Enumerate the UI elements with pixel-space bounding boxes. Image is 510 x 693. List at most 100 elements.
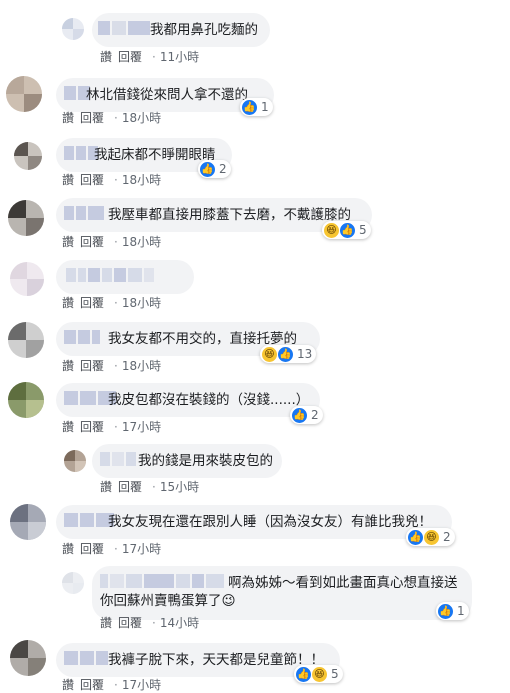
timestamp[interactable]: 18小時 [122, 173, 161, 187]
timestamp[interactable]: 15小時 [160, 480, 199, 494]
reaction-summary[interactable]: 😆 👍 13 [260, 345, 317, 363]
reply-link[interactable]: 回覆 [118, 50, 142, 64]
comment-text: 林北借錢從來問人拿不還的 [86, 87, 248, 103]
timestamp[interactable]: 18小時 [122, 235, 161, 249]
comment-actions: 讚回覆 · 18小時 [62, 173, 162, 187]
reaction-count: 2 [219, 162, 227, 176]
reaction-summary[interactable]: 👍 😆 5 [294, 665, 343, 683]
reply-link[interactable]: 回覆 [118, 616, 142, 630]
timestamp[interactable]: 18小時 [122, 296, 161, 310]
like-link[interactable]: 讚 [100, 50, 112, 64]
like-link[interactable]: 讚 [62, 542, 74, 556]
comment-text: 我女友現在還在跟別人睡（因為沒女友）有誰比我兇！ [108, 514, 432, 530]
commenter-name[interactable] [98, 21, 152, 37]
like-link[interactable]: 讚 [62, 173, 74, 187]
reply-link[interactable]: 回覆 [80, 111, 104, 125]
timestamp[interactable]: 17小時 [122, 420, 161, 434]
commenter-name[interactable] [64, 206, 106, 222]
reaction-summary[interactable]: 👍 😆 2 [406, 528, 455, 546]
reply-link[interactable]: 回覆 [80, 173, 104, 187]
reply-link[interactable]: 回覆 [80, 235, 104, 249]
like-icon: 👍 [242, 99, 257, 115]
like-icon: 👍 [200, 161, 215, 177]
reaction-count: 2 [443, 530, 451, 544]
reaction-count: 1 [457, 604, 465, 618]
comment-bubble: 我的錢是用來裝皮包的 [92, 444, 282, 478]
commenter-name[interactable] [64, 330, 102, 346]
comment-text: 我褲子脫下來，天天都是兒童節！！ [108, 652, 324, 668]
reaction-summary[interactable]: 😆 👍 5 [322, 221, 371, 239]
reaction-summary[interactable]: 👍 2 [290, 406, 323, 424]
comment-actions: 讚回覆 · 17小時 [62, 678, 162, 692]
reply-link[interactable]: 回覆 [80, 542, 104, 556]
reaction-count: 1 [261, 100, 269, 114]
reply-link[interactable]: 回覆 [118, 480, 142, 494]
comment-bubble: 啊為姊姊～看到如此畫面真心想直接送你回蘇州賣鴨蛋算了😉 [92, 566, 472, 620]
like-link[interactable]: 讚 [62, 420, 74, 434]
reply-link[interactable]: 回覆 [80, 420, 104, 434]
comment-actions: 讚回覆 · 11小時 [100, 50, 200, 64]
haha-icon: 😆 [262, 346, 277, 362]
like-link[interactable]: 讚 [62, 235, 74, 249]
reaction-summary[interactable]: 👍 1 [436, 602, 469, 620]
avatar[interactable] [14, 142, 42, 170]
comment-actions: 讚回覆 · 17小時 [62, 542, 162, 556]
commenter-name[interactable] [66, 268, 156, 284]
comment-actions: 讚回覆 · 14小時 [100, 616, 200, 630]
timestamp[interactable]: 18小時 [122, 359, 161, 373]
comment-actions: 讚回覆 · 18小時 [62, 111, 162, 125]
haha-icon: 😆 [324, 222, 339, 238]
haha-icon: 😆 [312, 666, 327, 682]
avatar[interactable] [6, 76, 42, 112]
reaction-count: 13 [297, 347, 313, 361]
like-icon: 👍 [296, 666, 311, 682]
like-link[interactable]: 讚 [62, 359, 74, 373]
avatar[interactable] [8, 200, 44, 236]
avatar[interactable] [64, 450, 86, 472]
like-icon: 👍 [292, 407, 307, 423]
reply-link[interactable]: 回覆 [80, 296, 104, 310]
like-link[interactable]: 讚 [62, 296, 74, 310]
haha-icon: 😆 [424, 529, 439, 545]
timestamp[interactable]: 14小時 [160, 616, 199, 630]
timestamp[interactable]: 11小時 [160, 50, 199, 64]
avatar[interactable] [8, 382, 44, 418]
reaction-summary[interactable]: 👍 2 [198, 160, 231, 178]
like-icon: 👍 [438, 603, 453, 619]
comment-actions: 讚回覆 · 18小時 [62, 235, 162, 249]
like-icon: 👍 [340, 222, 355, 238]
comment-text: 啊為姊姊～看到如此畫面真心想直接送你回蘇州賣鴨蛋算了😉 [100, 575, 458, 609]
comment-actions: 讚回覆 · 18小時 [62, 296, 162, 310]
like-link[interactable]: 讚 [62, 111, 74, 125]
comment-bubble [56, 260, 194, 294]
reaction-summary[interactable]: 👍 1 [240, 98, 273, 116]
avatar[interactable] [62, 18, 84, 40]
like-icon: 👍 [278, 346, 293, 362]
comment-text: 我起床都不睜開眼睛 [94, 147, 216, 163]
reaction-count: 2 [311, 408, 319, 422]
commenter-name[interactable] [64, 651, 110, 667]
timestamp[interactable]: 17小時 [122, 542, 161, 556]
comment-actions: 讚回覆 · 15小時 [100, 480, 200, 494]
avatar[interactable] [10, 262, 44, 296]
comment-actions: 讚回覆 · 18小時 [62, 359, 162, 373]
comment-text: 我壓車都直接用膝蓋下去磨，不戴護膝的 [108, 207, 351, 223]
reaction-count: 5 [359, 223, 367, 237]
avatar[interactable] [10, 504, 46, 540]
comment-bubble: 我皮包都沒在裝錢的（沒錢......） [56, 383, 320, 417]
comment-text: 我都用鼻孔吃麵的 [150, 22, 258, 38]
comment-text: 我皮包都沒在裝錢的（沒錢......） [108, 392, 310, 408]
like-link[interactable]: 讚 [100, 480, 112, 494]
reply-link[interactable]: 回覆 [80, 359, 104, 373]
like-link[interactable]: 讚 [100, 616, 112, 630]
reaction-count: 5 [331, 667, 339, 681]
comment-bubble: 我女友現在還在跟別人睡（因為沒女友）有誰比我兇！ [56, 505, 452, 539]
like-icon: 👍 [408, 529, 423, 545]
commenter-name[interactable] [100, 452, 138, 468]
comment-actions: 讚回覆 · 17小時 [62, 420, 162, 434]
avatar[interactable] [10, 640, 46, 676]
avatar[interactable] [62, 572, 84, 594]
comment-text: 我的錢是用來裝皮包的 [138, 453, 273, 469]
timestamp[interactable]: 18小時 [122, 111, 161, 125]
avatar[interactable] [8, 322, 44, 358]
